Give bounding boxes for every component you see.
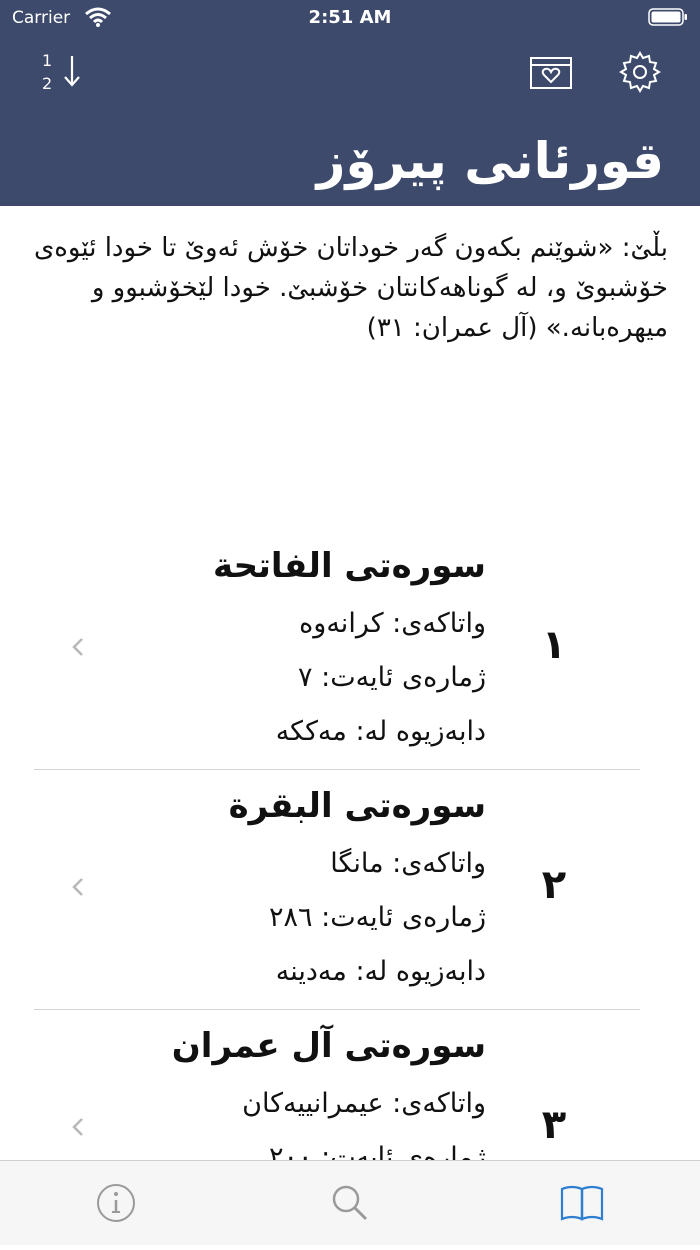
tab-bar bbox=[0, 1160, 700, 1245]
svg-text:2: 2 bbox=[42, 74, 52, 92]
surah-name: سورەتی الفاتحة bbox=[213, 546, 486, 586]
page-title: قورئانی پیرۆز bbox=[316, 132, 664, 190]
surah-meaning: واتاکەی: کرانەوە bbox=[299, 608, 486, 639]
chevron-left-icon bbox=[72, 638, 83, 656]
surah-row[interactable]: سورەتی البقرة واتاکەی: مانگا ژمارەی ئایە… bbox=[0, 770, 700, 1010]
clock: 2:51 AM bbox=[308, 7, 392, 28]
svg-text:1: 1 bbox=[42, 52, 52, 70]
surah-ayat-count: ژمارەی ئایەت: ٢٨٦ bbox=[269, 902, 486, 933]
surah-revelation-place: دابەزیوە لە: مەککە bbox=[275, 716, 486, 747]
surah-row[interactable]: سورەتی الفاتحة واتاکەی: کرانەوە ژمارەی ئ… bbox=[0, 530, 700, 770]
surah-name: سورەتی آل عمران bbox=[171, 1026, 486, 1066]
surah-list: سورەتی الفاتحة واتاکەی: کرانەوە ژمارەی ئ… bbox=[0, 530, 700, 1250]
status-bar: Carrier 2:51 AM bbox=[0, 0, 700, 36]
chevron-left-icon bbox=[72, 1118, 83, 1136]
surah-name: سورەتی البقرة bbox=[228, 786, 486, 826]
book-icon[interactable] bbox=[558, 1179, 606, 1227]
sort-order-button[interactable]: 1 2 bbox=[36, 52, 92, 92]
info-icon[interactable] bbox=[92, 1179, 140, 1227]
surah-revelation-place: دابەزیوە لە: مەدینە bbox=[275, 956, 486, 987]
surah-number: ٢ bbox=[541, 862, 567, 908]
surah-number: ٣ bbox=[541, 1102, 567, 1148]
surah-meaning: واتاکەی: مانگا bbox=[330, 848, 486, 879]
surah-number: ١ bbox=[541, 622, 567, 668]
favorites-folder-button[interactable] bbox=[528, 50, 574, 92]
chevron-left-icon bbox=[72, 878, 83, 896]
battery-icon bbox=[648, 8, 687, 26]
surah-ayat-count: ژمارەی ئایەت: ٧ bbox=[298, 662, 486, 693]
surah-meaning: واتاکەی: عیمرانییەکان bbox=[242, 1088, 486, 1119]
verse-text: بڵێ: «شوێنم بکەون گەر خوداتان خۆش ئەوێ ت… bbox=[33, 233, 668, 343]
top-bar: Carrier 2:51 AM 1 2 قورئانی پیرۆز bbox=[0, 0, 700, 206]
settings-gear-button[interactable] bbox=[618, 50, 662, 94]
search-icon[interactable] bbox=[326, 1179, 374, 1227]
